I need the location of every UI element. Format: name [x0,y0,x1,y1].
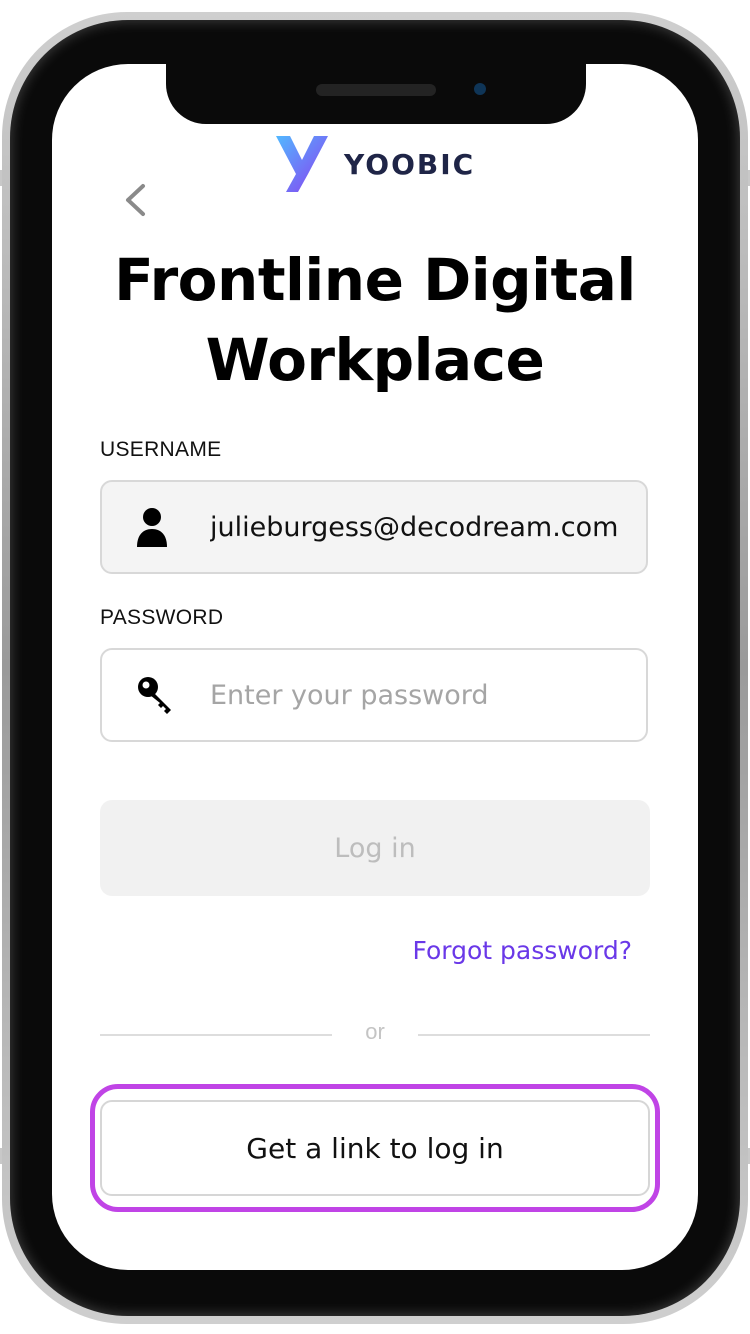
divider-right [418,1034,650,1036]
key-icon [136,675,192,715]
page-title: Frontline Digital Workplace [52,240,698,400]
password-label: PASSWORD [100,606,224,629]
brand-logo: YOOBIC [274,134,475,194]
yoobic-y-logo-icon [276,136,328,192]
login-button[interactable]: Log in [100,800,650,896]
or-separator: or [365,1019,385,1044]
user-icon [136,507,192,547]
chevron-left-icon [126,184,145,216]
password-input[interactable] [210,679,640,711]
username-field[interactable] [100,480,648,574]
phone-screen: YOOBIC Frontline Digital Workplace USERN… [52,64,698,1270]
page-title-line1: Frontline Digital [114,246,636,314]
screenshot-stage: YOOBIC Frontline Digital Workplace USERN… [0,0,750,1334]
phone-notch [166,60,586,124]
page-title-line2: Workplace [205,326,545,394]
forgot-password-link[interactable]: Forgot password? [413,936,633,965]
password-field[interactable] [100,648,648,742]
brand-name: YOOBIC [344,147,476,181]
speaker-grille [316,84,436,96]
username-input[interactable] [210,511,640,543]
front-camera [474,83,486,95]
get-link-button[interactable]: Get a link to log in [100,1100,650,1196]
back-button[interactable] [118,180,152,220]
username-label: USERNAME [100,438,222,461]
